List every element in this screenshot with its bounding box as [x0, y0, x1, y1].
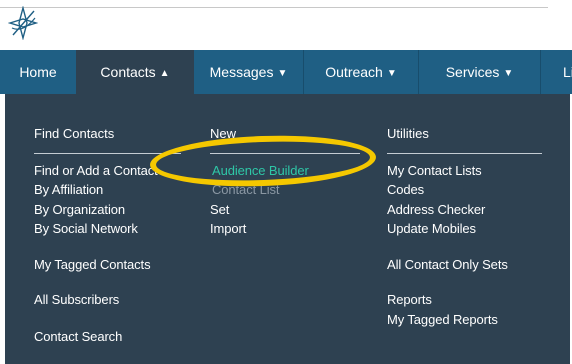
chevron-down-icon: ▼ — [386, 68, 397, 79]
find-or-add-contact-link[interactable]: Find or Add a Contact — [34, 163, 158, 178]
my-tagged-reports-link[interactable]: My Tagged Reports — [387, 312, 498, 327]
all-contact-only-sets-link[interactable]: All Contact Only Sets — [387, 257, 508, 272]
import-link[interactable]: Import — [210, 221, 246, 236]
update-mobiles-link[interactable]: Update Mobiles — [387, 221, 476, 236]
nav-outreach-label: Outreach — [325, 64, 383, 80]
all-subscribers-link[interactable]: All Subscribers — [34, 292, 119, 307]
main-nav: Home Contacts ▲ Messages ▼ Outreach ▼ Servi… — [0, 50, 572, 94]
top-rule — [0, 7, 548, 8]
nav-messages-label: Messages — [209, 64, 274, 80]
column-rule — [34, 153, 181, 154]
nav-contacts[interactable]: Contacts ▲ — [76, 50, 194, 94]
nav-truncated-item[interactable]: Li — [563, 50, 572, 94]
utilities-heading: Utilities — [387, 126, 429, 141]
column-rule — [387, 153, 542, 154]
nav-services[interactable]: Services ▼ — [419, 50, 540, 94]
my-tagged-contacts-link[interactable]: My Tagged Contacts — [34, 257, 151, 272]
nav-services-label: Services — [445, 64, 500, 80]
address-checker-link[interactable]: Address Checker — [387, 202, 485, 217]
column-rule — [210, 153, 360, 154]
new-heading: New — [210, 126, 237, 141]
nav-truncated-label: Li — [563, 64, 572, 80]
contact-list-link[interactable]: Contact List — [212, 182, 280, 197]
nav-home-label: Home — [19, 64, 57, 80]
by-organization-link[interactable]: By Organization — [34, 202, 125, 217]
by-affiliation-link[interactable]: By Affiliation — [34, 182, 103, 197]
nav-messages[interactable]: Messages ▼ — [194, 50, 303, 94]
chevron-down-icon: ▼ — [277, 68, 288, 79]
audience-builder-link[interactable]: Audience Builder — [212, 163, 309, 178]
my-contact-lists-link[interactable]: My Contact Lists — [387, 163, 482, 178]
nav-contacts-label: Contacts — [100, 64, 156, 80]
top-bar — [0, 0, 572, 47]
codes-link[interactable]: Codes — [387, 182, 424, 197]
find-contacts-heading: Find Contacts — [34, 126, 115, 141]
nav-divider — [540, 50, 541, 94]
compass-star-logo-icon[interactable] — [8, 6, 38, 40]
nav-home[interactable]: Home — [0, 50, 76, 94]
set-link[interactable]: Set — [210, 202, 229, 217]
chevron-up-icon: ▲ — [159, 68, 170, 79]
reports-link[interactable]: Reports — [387, 292, 432, 307]
nav-outreach[interactable]: Outreach ▼ — [304, 50, 418, 94]
by-social-network-link[interactable]: By Social Network — [34, 221, 138, 236]
chevron-down-icon: ▼ — [503, 68, 514, 79]
contact-search-link[interactable]: Contact Search — [34, 329, 122, 344]
